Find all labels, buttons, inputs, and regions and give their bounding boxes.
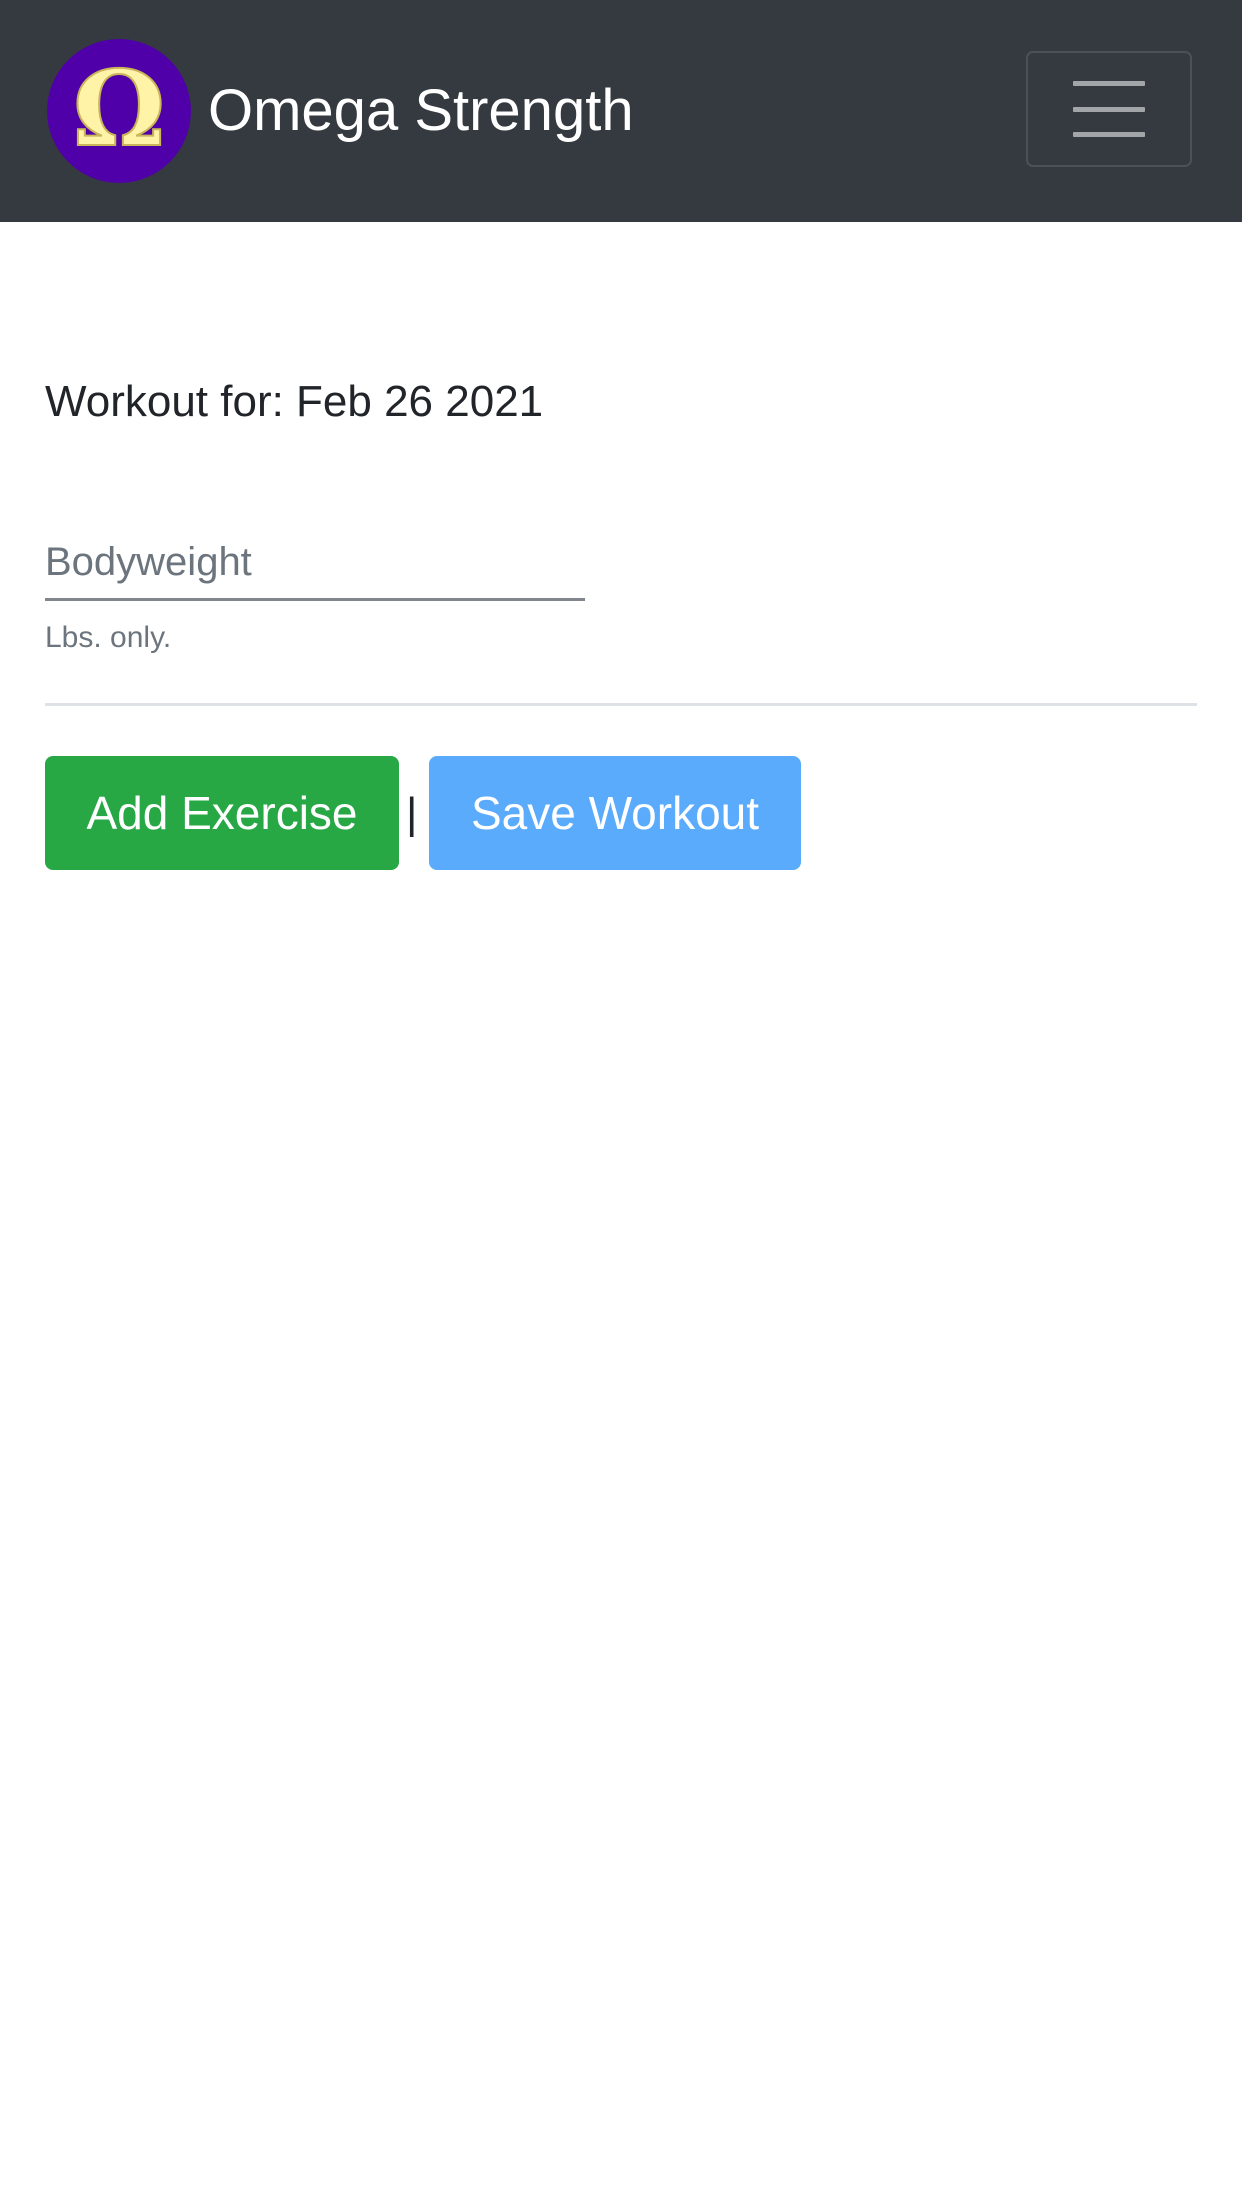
button-separator: | (406, 789, 418, 838)
bodyweight-input[interactable] (45, 527, 585, 601)
save-workout-button[interactable]: Save Workout (429, 756, 801, 870)
navbar-toggle-button[interactable] (1026, 51, 1192, 167)
omega-logo-icon: Ω (47, 39, 191, 183)
bodyweight-help-text: Lbs. only. (45, 621, 172, 654)
top-navbar: Ω Omega Strength (0, 0, 1242, 222)
svg-text:Ω: Ω (73, 55, 166, 167)
add-exercise-button[interactable]: Add Exercise (45, 756, 399, 870)
workout-title: Workout for: Feb 26 2021 (45, 377, 544, 426)
brand-link[interactable]: Ω Omega Strength (47, 39, 634, 183)
hamburger-menu-icon (1073, 81, 1145, 137)
section-divider (45, 703, 1197, 706)
brand-name: Omega Strength (208, 78, 634, 143)
